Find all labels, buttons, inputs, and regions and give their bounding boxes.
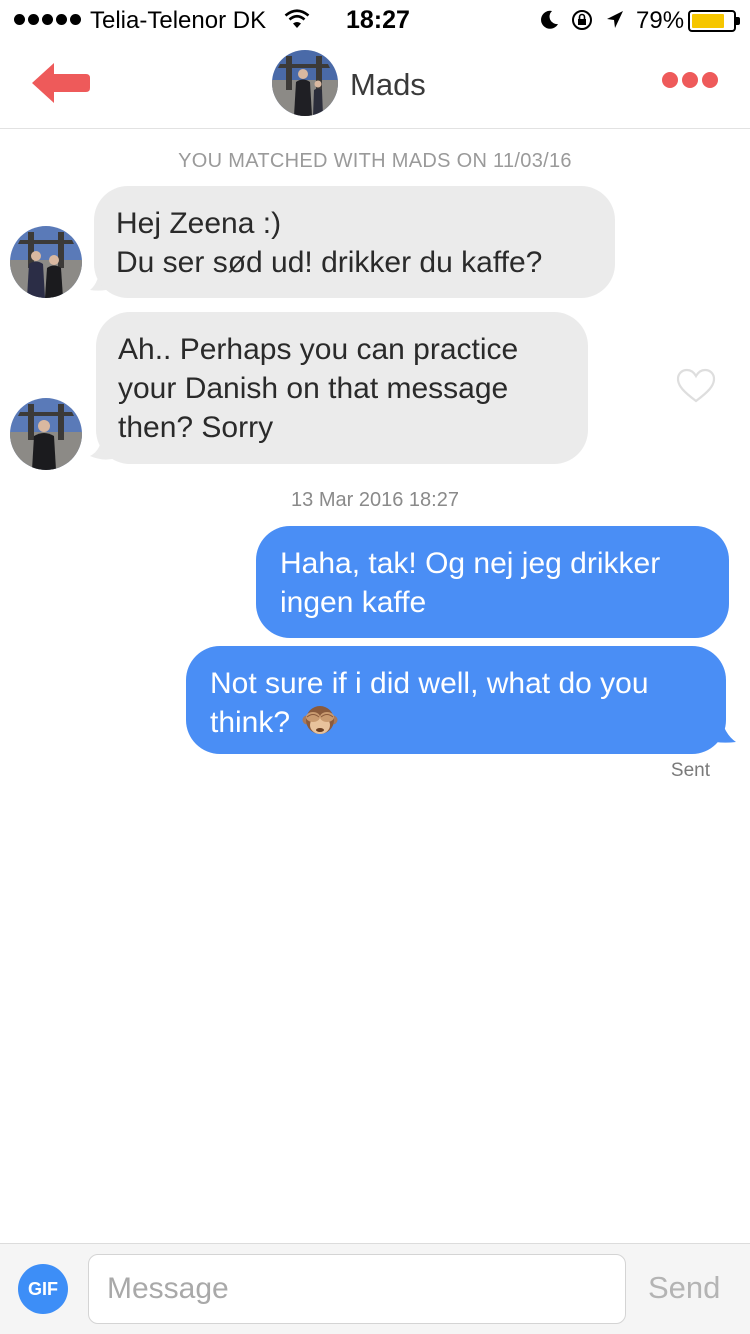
outgoing-message[interactable]: Haha, tak! Og nej jeg drikker ingen kaff… [256, 526, 729, 638]
signal-strength-icon [14, 14, 81, 25]
location-arrow-icon [607, 11, 623, 28]
match-notice: YOU MATCHED WITH MADS ON 11/03/16 [178, 150, 572, 172]
more-dots-icon[interactable] [662, 72, 718, 88]
message-line: then? Sorry [118, 411, 274, 444]
status-bar: Telia-Telenor DK 18:27 79% [0, 0, 750, 40]
message-line: think? [210, 703, 702, 742]
message-line: Not sure if i did well, what do you [210, 667, 649, 700]
message-input[interactable] [88, 1254, 626, 1324]
heart-icon[interactable] [676, 368, 716, 404]
message-line: Du ser sød ud! drikker du kaffe? [116, 246, 543, 279]
chat-header: Mads [0, 40, 750, 129]
see-no-evil-monkey-icon [302, 706, 338, 734]
incoming-message[interactable]: Ah.. Perhaps you can practice your Danis… [96, 312, 588, 464]
gif-button[interactable]: GIF [18, 1264, 68, 1314]
match-name[interactable]: Mads [350, 67, 426, 103]
carrier-name: Telia-Telenor DK [90, 7, 267, 34]
incoming-message[interactable]: Hej Zeena :) Du ser sød ud! drikker du k… [94, 186, 615, 298]
battery-percentage: 79% [636, 7, 685, 34]
message-line: Hej Zeena :) [116, 207, 282, 240]
message-composer: GIF Send [0, 1243, 750, 1334]
sender-avatar[interactable] [10, 226, 82, 298]
rotation-lock-icon [572, 10, 592, 30]
battery-icon [688, 10, 740, 32]
status-time: 18:27 [346, 6, 410, 34]
sender-avatar[interactable] [10, 398, 82, 470]
send-button[interactable]: Send [648, 1270, 720, 1306]
battery-fill [692, 14, 724, 28]
sent-status: Sent [670, 760, 710, 781]
message-line: Haha, tak! Og nej jeg drikker [280, 547, 661, 580]
back-arrow-icon[interactable] [26, 58, 92, 108]
message-line: Ah.. Perhaps you can practice [118, 333, 519, 366]
message-line: your Danish on that message [118, 372, 509, 405]
outgoing-message[interactable]: Not sure if i did well, what do you thin… [186, 646, 726, 754]
message-timestamp: 13 Mar 2016 18:27 [291, 489, 459, 511]
do-not-disturb-moon-icon [541, 10, 558, 29]
message-line: ingen kaffe [280, 586, 427, 619]
match-avatar[interactable] [272, 50, 338, 116]
message-text: think? [210, 706, 291, 739]
wifi-icon [284, 9, 310, 28]
